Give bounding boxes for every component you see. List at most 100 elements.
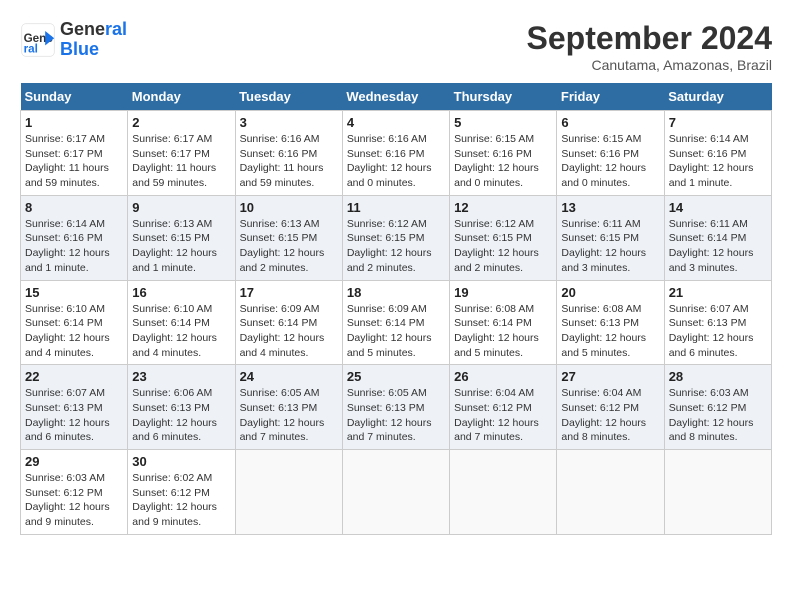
day-info: Sunrise: 6:14 AMSunset: 6:16 PMDaylight:… [25, 217, 123, 276]
table-row: 17 Sunrise: 6:09 AMSunset: 6:14 PMDayligh… [235, 280, 342, 365]
header-wednesday: Wednesday [342, 83, 449, 111]
day-info: Sunrise: 6:06 AMSunset: 6:13 PMDaylight:… [132, 386, 230, 445]
location-subtitle: Canutama, Amazonas, Brazil [527, 57, 772, 73]
day-number: 26 [454, 369, 552, 384]
header-saturday: Saturday [664, 83, 771, 111]
day-number: 17 [240, 285, 338, 300]
day-number: 28 [669, 369, 767, 384]
day-info: Sunrise: 6:09 AMSunset: 6:14 PMDaylight:… [240, 302, 338, 361]
header-sunday: Sunday [21, 83, 128, 111]
day-number: 15 [25, 285, 123, 300]
table-row: 4 Sunrise: 6:16 AMSunset: 6:16 PMDaylight… [342, 111, 449, 196]
day-number: 13 [561, 200, 659, 215]
day-info: Sunrise: 6:16 AMSunset: 6:16 PMDaylight:… [347, 132, 445, 191]
day-number: 22 [25, 369, 123, 384]
day-info: Sunrise: 6:17 AMSunset: 6:17 PMDaylight:… [132, 132, 230, 191]
day-info: Sunrise: 6:05 AMSunset: 6:13 PMDaylight:… [240, 386, 338, 445]
table-row [664, 450, 771, 535]
day-number: 16 [132, 285, 230, 300]
day-number: 8 [25, 200, 123, 215]
day-number: 18 [347, 285, 445, 300]
table-row: 8 Sunrise: 6:14 AMSunset: 6:16 PMDaylight… [21, 195, 128, 280]
day-info: Sunrise: 6:11 AMSunset: 6:15 PMDaylight:… [561, 217, 659, 276]
table-row: 10Sunrise: 6:13 AMSunset: 6:15 PMDayligh… [235, 195, 342, 280]
day-info: Sunrise: 6:15 AMSunset: 6:16 PMDaylight:… [454, 132, 552, 191]
calendar-week-row: 29 Sunrise: 6:03 AMSunset: 6:12 PMDayligh… [21, 450, 772, 535]
table-row: 3 Sunrise: 6:16 AMSunset: 6:16 PMDaylight… [235, 111, 342, 196]
table-row: 6 Sunrise: 6:15 AMSunset: 6:16 PMDaylight… [557, 111, 664, 196]
day-info: Sunrise: 6:13 AMSunset: 6:15 PMDaylight:… [240, 217, 338, 276]
month-title: September 2024 [527, 20, 772, 57]
day-number: 11 [347, 200, 445, 215]
day-number: 3 [240, 115, 338, 130]
table-row: 12Sunrise: 6:12 AMSunset: 6:15 PMDayligh… [450, 195, 557, 280]
day-info: Sunrise: 6:11 AMSunset: 6:14 PMDaylight:… [669, 217, 767, 276]
table-row: 23 Sunrise: 6:06 AMSunset: 6:13 PMDayligh… [128, 365, 235, 450]
day-info: Sunrise: 6:02 AMSunset: 6:12 PMDaylight:… [132, 471, 230, 530]
day-info: Sunrise: 6:03 AMSunset: 6:12 PMDaylight:… [25, 471, 123, 530]
table-row: 16Sunrise: 6:10 AMSunset: 6:14 PMDayligh… [128, 280, 235, 365]
day-info: Sunrise: 6:08 AMSunset: 6:13 PMDaylight:… [561, 302, 659, 361]
calendar-week-row: 15 Sunrise: 6:10 AMSunset: 6:14 PMDayligh… [21, 280, 772, 365]
day-info: Sunrise: 6:12 AMSunset: 6:15 PMDaylight:… [347, 217, 445, 276]
day-number: 27 [561, 369, 659, 384]
day-number: 9 [132, 200, 230, 215]
svg-text:ral: ral [24, 42, 38, 55]
day-number: 29 [25, 454, 123, 469]
header-monday: Monday [128, 83, 235, 111]
day-number: 23 [132, 369, 230, 384]
table-row: 5Sunrise: 6:15 AMSunset: 6:16 PMDaylight… [450, 111, 557, 196]
day-number: 1 [25, 115, 123, 130]
calendar-header-row: Sunday Monday Tuesday Wednesday Thursday… [21, 83, 772, 111]
day-number: 30 [132, 454, 230, 469]
day-number: 25 [347, 369, 445, 384]
table-row: 28Sunrise: 6:03 AMSunset: 6:12 PMDayligh… [664, 365, 771, 450]
table-row: 14 Sunrise: 6:11 AMSunset: 6:14 PMDayligh… [664, 195, 771, 280]
header-friday: Friday [557, 83, 664, 111]
day-number: 19 [454, 285, 552, 300]
day-info: Sunrise: 6:15 AMSunset: 6:16 PMDaylight:… [561, 132, 659, 191]
day-number: 2 [132, 115, 230, 130]
table-row: 13 Sunrise: 6:11 AMSunset: 6:15 PMDayligh… [557, 195, 664, 280]
day-number: 14 [669, 200, 767, 215]
day-number: 4 [347, 115, 445, 130]
table-row [235, 450, 342, 535]
table-row: 15 Sunrise: 6:10 AMSunset: 6:14 PMDayligh… [21, 280, 128, 365]
table-row: 7 Sunrise: 6:14 AMSunset: 6:16 PMDaylight… [664, 111, 771, 196]
header-tuesday: Tuesday [235, 83, 342, 111]
table-row: 11 Sunrise: 6:12 AMSunset: 6:15 PMDayligh… [342, 195, 449, 280]
day-info: Sunrise: 6:04 AMSunset: 6:12 PMDaylight:… [561, 386, 659, 445]
calendar-week-row: 8 Sunrise: 6:14 AMSunset: 6:16 PMDaylight… [21, 195, 772, 280]
day-number: 20 [561, 285, 659, 300]
day-number: 6 [561, 115, 659, 130]
day-info: Sunrise: 6:13 AMSunset: 6:15 PMDaylight:… [132, 217, 230, 276]
day-info: Sunrise: 6:09 AMSunset: 6:14 PMDaylight:… [347, 302, 445, 361]
title-block: September 2024 Canutama, Amazonas, Brazi… [527, 20, 772, 73]
day-info: Sunrise: 6:17 AMSunset: 6:17 PMDaylight:… [25, 132, 123, 191]
calendar-table: Sunday Monday Tuesday Wednesday Thursday… [20, 83, 772, 535]
table-row [557, 450, 664, 535]
day-info: Sunrise: 6:08 AMSunset: 6:14 PMDaylight:… [454, 302, 552, 361]
day-info: Sunrise: 6:16 AMSunset: 6:16 PMDaylight:… [240, 132, 338, 191]
day-number: 7 [669, 115, 767, 130]
day-number: 12 [454, 200, 552, 215]
page-header: Gene ral General Blue September 2024 Can… [20, 20, 772, 73]
calendar-week-row: 1 Sunrise: 6:17 AMSunset: 6:17 PMDaylight… [21, 111, 772, 196]
table-row: 24Sunrise: 6:05 AMSunset: 6:13 PMDayligh… [235, 365, 342, 450]
table-row [450, 450, 557, 535]
day-info: Sunrise: 6:07 AMSunset: 6:13 PMDaylight:… [669, 302, 767, 361]
table-row: 29 Sunrise: 6:03 AMSunset: 6:12 PMDayligh… [21, 450, 128, 535]
day-info: Sunrise: 6:14 AMSunset: 6:16 PMDaylight:… [669, 132, 767, 191]
table-row [342, 450, 449, 535]
table-row: 27 Sunrise: 6:04 AMSunset: 6:12 PMDayligh… [557, 365, 664, 450]
day-number: 21 [669, 285, 767, 300]
day-info: Sunrise: 6:05 AMSunset: 6:13 PMDaylight:… [347, 386, 445, 445]
table-row: 20 Sunrise: 6:08 AMSunset: 6:13 PMDayligh… [557, 280, 664, 365]
day-info: Sunrise: 6:07 AMSunset: 6:13 PMDaylight:… [25, 386, 123, 445]
table-row: 25 Sunrise: 6:05 AMSunset: 6:13 PMDayligh… [342, 365, 449, 450]
day-info: Sunrise: 6:10 AMSunset: 6:14 PMDaylight:… [25, 302, 123, 361]
table-row: 9 Sunrise: 6:13 AMSunset: 6:15 PMDaylight… [128, 195, 235, 280]
table-row: 1 Sunrise: 6:17 AMSunset: 6:17 PMDaylight… [21, 111, 128, 196]
table-row: 30 Sunrise: 6:02 AMSunset: 6:12 PMDayligh… [128, 450, 235, 535]
calendar-week-row: 22 Sunrise: 6:07 AMSunset: 6:13 PMDayligh… [21, 365, 772, 450]
